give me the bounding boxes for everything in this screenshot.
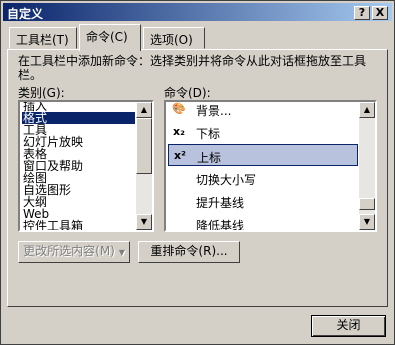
command-label: 降低基线 [196, 219, 245, 232]
blank-icon [171, 170, 187, 186]
scroll-thumb[interactable] [359, 198, 375, 210]
command-item[interactable]: 切换大小写 [168, 167, 358, 189]
categories-scrollbar[interactable]: ▲ ▼ [136, 102, 152, 230]
tab-toolbars[interactable]: 工具栏(T) [9, 27, 77, 49]
command-label: 背景... [196, 104, 232, 118]
title-bar[interactable]: 自定义 ? X [3, 3, 392, 21]
background-icon: 🎨 [172, 102, 186, 115]
scroll-down-icon[interactable]: ▼ [359, 214, 375, 230]
rearrange-commands-button[interactable]: 重排命令(R)... [138, 241, 240, 263]
scroll-down-icon[interactable]: ▼ [136, 214, 152, 230]
scroll-thumb[interactable] [136, 118, 152, 174]
superscript-icon: x² [174, 149, 186, 162]
blank-icon [171, 216, 187, 230]
command-item[interactable]: x² 上标 [168, 144, 358, 166]
commands-list[interactable]: 🎨 背景... x₂ 下标 x² 上标切换大小写提升基线降低基线 ▲ ▼ [164, 100, 377, 232]
command-label: 提升基线 [196, 196, 245, 210]
scroll-up-icon[interactable]: ▲ [359, 102, 375, 118]
command-item[interactable]: x₂ 下标 [168, 121, 358, 143]
scroll-up-icon[interactable]: ▲ [136, 102, 152, 118]
category-item[interactable]: 控件工具箱 [22, 220, 83, 230]
tab-commands[interactable]: 命令(C) [79, 24, 141, 51]
modify-selection-button: 更改所选内容(M) ▼ [18, 241, 130, 263]
command-label: 上标 [197, 151, 222, 165]
customize-dialog: 自定义 ? X 工具栏(T) 命令(C) 选项(O) 在工具栏中添加新命令：选择… [0, 0, 395, 345]
subscript-icon: x₂ [173, 125, 185, 138]
commands-panel: 在工具栏中添加新命令：选择类别并将命令从此对话框拖放至工具栏。 类别(G): 插… [7, 49, 388, 307]
blank-icon [171, 193, 187, 209]
command-item[interactable]: 降低基线 [168, 213, 358, 232]
command-label: 下标 [196, 127, 221, 141]
commands-label: 命令(D): [164, 86, 211, 100]
categories-list[interactable]: 插入 格式 工具 幻灯片放映 表格 窗口及帮助 绘图 自选图形 大纲 Web 控件工具箱 ▲ ▼ [18, 100, 154, 232]
categories-label: 类别(G): [18, 86, 65, 100]
dialog-title: 自定义 [7, 7, 44, 21]
close-window-button[interactable]: X [372, 6, 388, 20]
command-item[interactable]: 🎨 背景... [168, 102, 358, 120]
command-label: 切换大小写 [196, 173, 257, 187]
dropdown-arrow-icon: ▼ [118, 248, 125, 257]
modify-selection-label: 更改所选内容(M) [23, 244, 115, 258]
command-item[interactable]: 提升基线 [168, 190, 358, 212]
instructions-text: 在工具栏中添加新命令：选择类别并将命令从此对话框拖放至工具栏。 [18, 54, 367, 82]
close-button[interactable]: 关闭 [311, 315, 386, 337]
tab-options[interactable]: 选项(O) [143, 27, 205, 49]
help-button[interactable]: ? [354, 6, 370, 20]
commands-scrollbar[interactable]: ▲ ▼ [359, 102, 375, 230]
